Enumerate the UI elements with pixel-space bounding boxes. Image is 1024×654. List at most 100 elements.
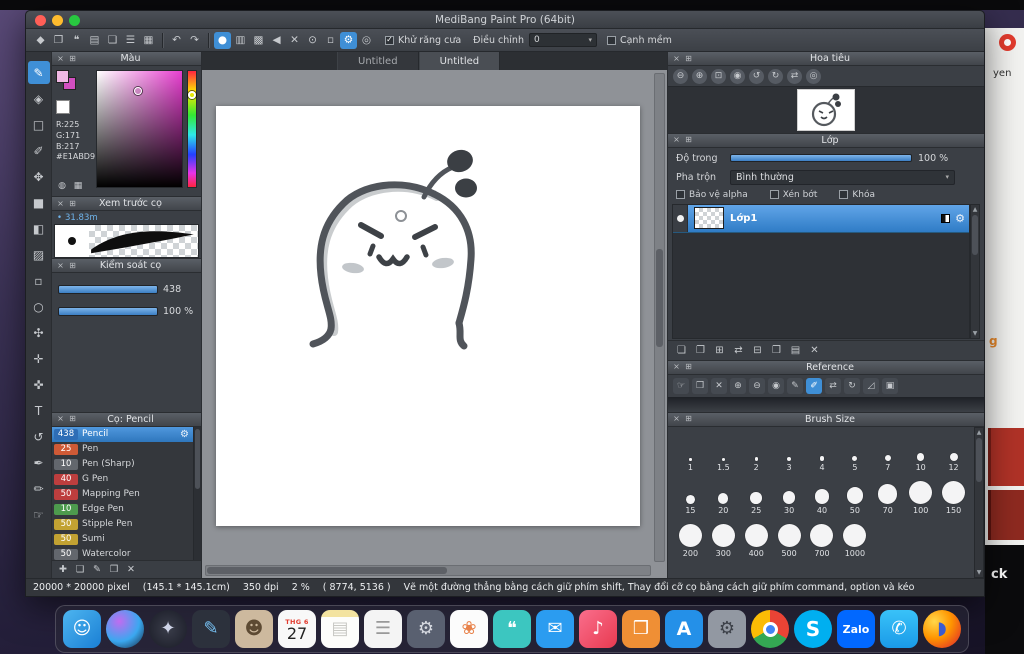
popout-icon[interactable]: ⊞ [68, 54, 77, 63]
brush-list-item[interactable]: 50 Sumi [52, 532, 193, 547]
hue-slider[interactable] [186, 70, 197, 188]
scroll-down-arrow[interactable]: ▼ [973, 330, 978, 337]
brush-size-option[interactable]: 20 [707, 475, 740, 515]
layer-list-icon[interactable]: ▤ [788, 343, 803, 358]
dock-siri[interactable] [106, 610, 144, 648]
move-tool[interactable]: ✥ [28, 165, 50, 188]
close-ref-icon[interactable]: ✕ [711, 377, 727, 394]
dock-music[interactable]: ♪ [579, 610, 617, 648]
fit-window-icon[interactable]: ⊡ [711, 68, 726, 84]
antialias-checkbox-group[interactable]: ✓ Khử răng cưa [385, 35, 461, 46]
color-picker-marker[interactable] [134, 87, 142, 95]
pattern-icon[interactable]: ▩ [250, 32, 267, 49]
brush-list-item[interactable]: 50 Stipple Pen [52, 517, 193, 532]
select-rect-icon[interactable]: ▫ [322, 32, 339, 49]
close-icon[interactable]: × [672, 136, 681, 144]
canvas-page[interactable] [216, 106, 640, 526]
scroll-up-arrow[interactable]: ▲ [977, 429, 982, 436]
brush-size-option[interactable]: 5 [838, 432, 871, 472]
eraser-tool[interactable]: ◈ [28, 87, 50, 110]
rotate-right-icon[interactable]: ↻ [768, 68, 783, 84]
ref-pick-icon[interactable]: ✐ [806, 377, 822, 394]
rotate-canvas-icon[interactable]: ⊙ [304, 32, 321, 49]
text-tool[interactable]: T [28, 399, 50, 422]
layer-thumbnail[interactable] [694, 207, 724, 230]
hand-tool[interactable]: ☞ [28, 503, 50, 526]
dock-skype[interactable]: S [794, 610, 832, 648]
dock-chrome[interactable] [751, 610, 789, 648]
dock-automator[interactable]: ⚙ [407, 610, 445, 648]
circle-tool-icon[interactable]: ◎ [358, 32, 375, 49]
secondary-color-swatch[interactable] [56, 100, 70, 114]
brush-size-scrollbar[interactable]: ▲ ▼ [974, 426, 984, 579]
brush-list-item[interactable]: 50 Mapping Pen [52, 487, 193, 502]
brush-size-option[interactable]: 1 [674, 432, 707, 472]
dock-firefox[interactable]: ◗ [923, 610, 961, 648]
alpha-protect-checkbox-group[interactable]: Bảo vệ alpha [676, 190, 748, 200]
delete-layer-icon[interactable]: ✕ [807, 343, 822, 358]
grid-icon[interactable]: ▦ [140, 32, 157, 49]
rotate-tool[interactable]: ↺ [28, 425, 50, 448]
brush-list-item[interactable]: 25 Pen [52, 442, 193, 457]
zoom-out-icon[interactable]: ⊖ [673, 68, 688, 84]
layer-visibility-toggle[interactable] [673, 204, 688, 232]
ref-zoom-out-icon[interactable]: ⊖ [749, 377, 765, 394]
add-folder-icon[interactable]: ❐ [693, 343, 708, 358]
brush-size-option[interactable]: 12 [937, 432, 970, 472]
edit-brush-icon[interactable]: ✎ [90, 563, 104, 577]
brush-circle-icon[interactable]: ● [214, 31, 231, 49]
saturation-value-picker[interactable] [96, 70, 183, 188]
eyedropper-tool[interactable]: ✜ [28, 373, 50, 396]
palette-icon[interactable]: ▦ [72, 180, 84, 192]
actual-size-icon[interactable]: ◉ [730, 68, 745, 84]
navigator-thumbnail[interactable] [797, 88, 855, 131]
tab-untitled-2[interactable]: Untitled [418, 52, 501, 70]
layer-row[interactable]: Lớp1 ⚙ [673, 204, 969, 233]
brush-size-option[interactable]: 700 [806, 518, 839, 558]
ref-folder-icon[interactable]: ❒ [692, 377, 708, 394]
close-icon[interactable]: × [56, 415, 65, 423]
brush-size-option[interactable]: 70 [871, 475, 904, 515]
close-icon[interactable]: × [56, 199, 65, 208]
ref-pen-icon[interactable]: ✎ [787, 377, 803, 394]
brush-list-item[interactable]: 438 Pencil ⚙ [52, 426, 193, 442]
ref-zoom-in-icon[interactable]: ⊕ [730, 377, 746, 394]
dock-zalo[interactable]: Zalo [837, 610, 875, 648]
dock-calendar[interactable]: THG 6 27 [278, 610, 316, 648]
cross-snap-icon[interactable]: ✕ [286, 32, 303, 49]
brush-list-item[interactable]: 10 Edge Pen [52, 502, 193, 517]
page-icon[interactable]: ❏ [104, 32, 121, 49]
brush-size-option[interactable]: 15 [674, 475, 707, 515]
gear-icon[interactable]: ⚙ [955, 212, 965, 225]
brush-size-option[interactable]: 100 [904, 475, 937, 515]
lock-checkbox-group[interactable]: Khóa [839, 190, 875, 200]
brush-folder-icon[interactable]: ❒ [107, 563, 121, 577]
flip-icon[interactable]: ⇄ [787, 68, 802, 84]
add-brush-icon[interactable]: ✚ [56, 563, 70, 577]
delete-brush-icon[interactable]: ✕ [124, 563, 138, 577]
lock-checkbox[interactable] [839, 190, 849, 200]
duplicate-layer-icon[interactable]: ⊞ [712, 343, 727, 358]
web-color-icon[interactable]: ◍ [56, 180, 68, 192]
alpha-protect-checkbox[interactable] [676, 190, 685, 200]
dock-mail[interactable]: ✉ [536, 610, 574, 648]
rotate-left-icon[interactable]: ↺ [749, 68, 764, 84]
add-layer-icon[interactable]: ❏ [674, 343, 689, 358]
blend-mode-select[interactable]: Bình thường ▾ [730, 169, 955, 185]
marquee-tool[interactable]: □ [28, 113, 50, 136]
brush-size-option[interactable]: 30 [773, 475, 806, 515]
snap-left-icon[interactable]: ◀ [268, 32, 285, 49]
gradient-tool[interactable]: ▨ [28, 243, 50, 266]
dock-notes[interactable]: ▤ [321, 610, 359, 648]
popout-icon[interactable]: ⊞ [684, 54, 693, 63]
dock-design-app[interactable]: ✎ [192, 610, 230, 648]
dock-books[interactable]: ❒ [622, 610, 660, 648]
dock-messages[interactable]: ❝ [493, 610, 531, 648]
hue-marker[interactable] [187, 91, 196, 99]
close-icon[interactable]: × [672, 415, 681, 423]
transform-icon[interactable]: ❐ [50, 32, 67, 49]
merge-layer-icon[interactable]: ⊟ [750, 343, 765, 358]
close-icon[interactable]: × [672, 54, 681, 63]
zoom-in-icon[interactable]: ⊕ [692, 68, 707, 84]
brush-list-scrollbar[interactable] [193, 426, 201, 561]
